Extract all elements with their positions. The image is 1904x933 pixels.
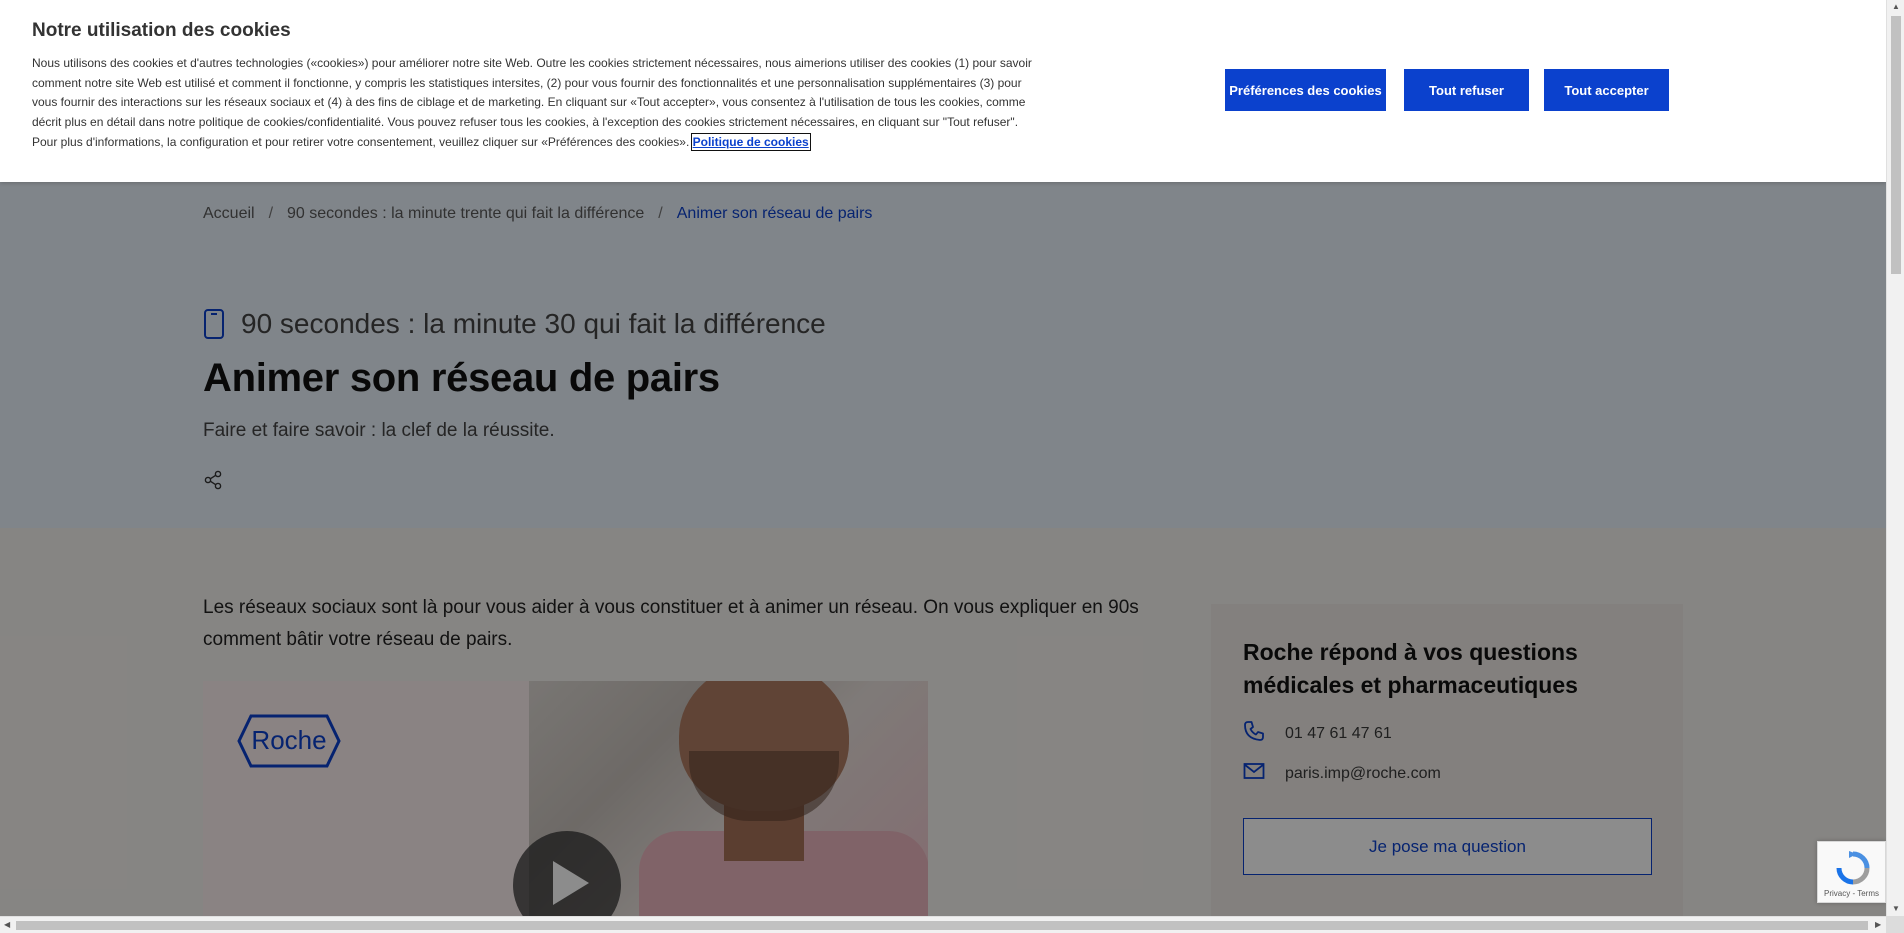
cookie-banner-text: Nous utilisons des cookies et d'autres t… <box>32 54 1032 153</box>
cookie-description: Nous utilisons des cookies et d'autres t… <box>32 56 1032 149</box>
scroll-down-arrow-icon[interactable]: ▼ <box>1892 904 1900 913</box>
vertical-scrollbar-thumb[interactable] <box>1891 16 1901 274</box>
cookie-banner-title: Notre utilisation des cookies <box>32 20 291 41</box>
scrollbar-corner <box>1886 916 1904 933</box>
page: Accueil / 90 secondes : la minute trente… <box>0 0 1886 916</box>
recaptcha-privacy-link[interactable]: Privacy <box>1824 889 1850 898</box>
scroll-up-arrow-icon[interactable]: ▲ <box>1892 2 1900 11</box>
cookie-policy-link[interactable]: Politique de cookies <box>690 132 811 151</box>
scroll-right-arrow-icon[interactable]: ▶ <box>1875 920 1881 929</box>
vertical-scrollbar[interactable]: ▲ ▼ <box>1886 0 1904 916</box>
recaptcha-badge[interactable]: Privacy - Terms <box>1817 841 1886 903</box>
recaptcha-terms-link[interactable]: Terms <box>1857 889 1879 898</box>
cookie-preferences-button[interactable]: Préférences des cookies <box>1225 69 1386 111</box>
cookie-banner: Notre utilisation des cookies Nous utili… <box>0 0 1886 182</box>
recaptcha-icon <box>1835 850 1871 891</box>
horizontal-scrollbar-thumb[interactable] <box>16 921 1868 930</box>
recaptcha-links: Privacy - Terms <box>1824 889 1879 898</box>
accept-all-button[interactable]: Tout accepter <box>1544 69 1669 111</box>
horizontal-scrollbar[interactable]: ◀ ▶ <box>0 916 1886 933</box>
refuse-all-button[interactable]: Tout refuser <box>1404 69 1529 111</box>
scroll-left-arrow-icon[interactable]: ◀ <box>4 920 10 929</box>
